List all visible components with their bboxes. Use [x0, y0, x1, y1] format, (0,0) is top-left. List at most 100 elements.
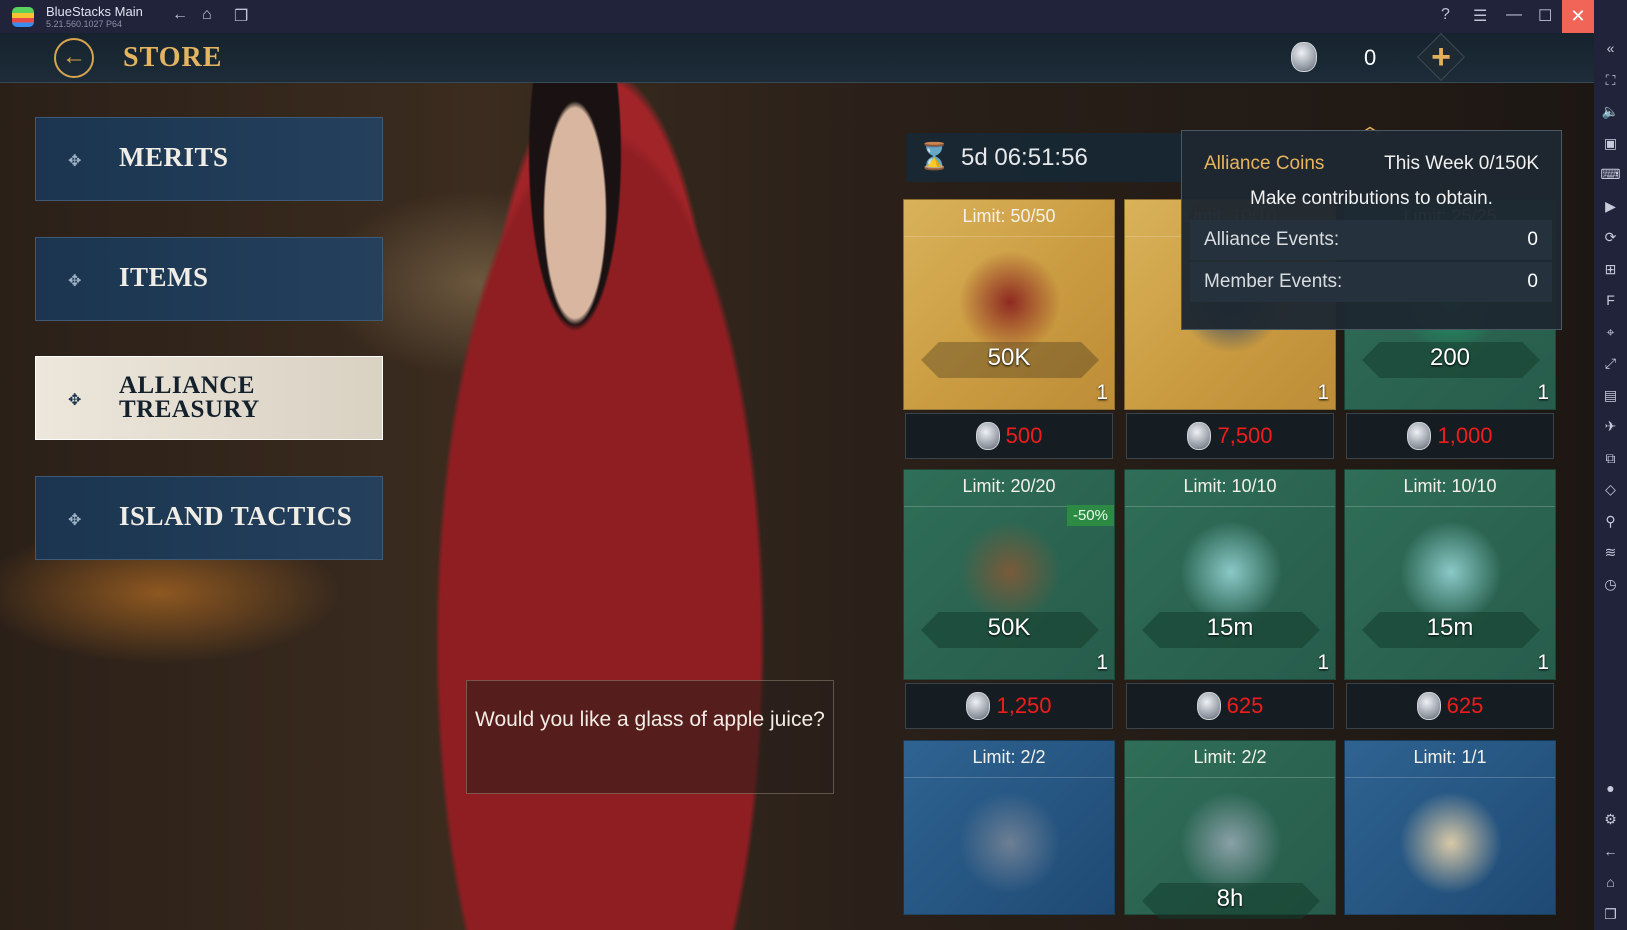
menu-items[interactable]: ✥ ITEMS: [35, 237, 383, 321]
price: 1,250: [996, 693, 1052, 718]
alliance-coin-icon: [1407, 422, 1432, 450]
close-button[interactable]: ✕: [1562, 0, 1594, 33]
price: 625: [1226, 693, 1264, 718]
store-item-card[interactable]: Limit: 50/50 50K 1: [903, 199, 1115, 410]
menu-label: MERITS: [119, 142, 229, 172]
diamond-icon: ✥: [68, 512, 82, 529]
menu-merits[interactable]: ✥ MERITS: [35, 117, 383, 201]
row-value: 0: [1527, 229, 1538, 250]
tooltip-title: Alliance Coins: [1204, 153, 1325, 174]
diamond-icon: ✥: [68, 273, 82, 290]
price: 625: [1446, 693, 1484, 718]
item-amount: 50K: [987, 344, 1031, 371]
app-title: BlueStacks Main: [46, 4, 143, 19]
buy-button[interactable]: 625: [1346, 683, 1554, 729]
rotate-icon[interactable]: ⟳: [1594, 222, 1627, 254]
item-quantity: 1: [1537, 651, 1549, 674]
store-item-card[interactable]: Limit: 10/10 15m 1: [1344, 469, 1556, 680]
resize-icon[interactable]: ⤢: [1594, 348, 1627, 380]
back-button[interactable]: ←: [54, 38, 94, 78]
gamepad-icon[interactable]: ⊞: [1594, 254, 1627, 286]
divider: [1345, 777, 1555, 778]
buy-button[interactable]: 7,500: [1126, 413, 1334, 459]
game-view: ← STORE 0 + ✥ MERITS ✥ ITEMS ✥ ALLIANCE TRE…: [0, 33, 1594, 930]
collapse-icon[interactable]: «: [1594, 33, 1627, 65]
buy-button[interactable]: 500: [905, 413, 1113, 459]
row-label: Alliance Events:: [1204, 229, 1340, 250]
purchase-limit: Limit: 20/20: [962, 476, 1056, 496]
multi-instance-icon[interactable]: ⧉: [1594, 443, 1627, 475]
menu-label: ISLAND TACTICS: [119, 501, 353, 531]
recent-apps-icon[interactable]: ❐: [1594, 899, 1627, 930]
minimize-icon[interactable]: —: [1506, 6, 1522, 24]
alliance-coin-icon: [1187, 422, 1212, 450]
purchase-limit: Limit: 10/10: [1403, 476, 1497, 496]
alliance-coin-icon: [1196, 692, 1221, 720]
item-amount: 15m: [1426, 614, 1474, 641]
location-icon[interactable]: ⚲: [1594, 506, 1627, 538]
add-currency-button[interactable]: +: [1416, 33, 1466, 82]
back-icon[interactable]: ←: [1594, 836, 1627, 868]
fps-icon[interactable]: F: [1594, 285, 1627, 317]
item-quantity: 1: [1317, 381, 1329, 404]
price: 500: [1005, 423, 1043, 448]
item-image: [1401, 522, 1501, 622]
menu-label: ALLIANCE TREASURY: [119, 372, 260, 423]
store-item-card[interactable]: Limit: 20/20 50K 1 -50%: [903, 469, 1115, 680]
divider: [1345, 506, 1555, 507]
item-image: [960, 793, 1060, 893]
media-icon[interactable]: ▶: [1594, 191, 1627, 223]
item-image: [960, 522, 1060, 622]
buy-button[interactable]: 1,250: [905, 683, 1113, 729]
layers-icon[interactable]: ≋: [1594, 537, 1627, 569]
back-icon[interactable]: ←: [172, 6, 188, 24]
help-icon[interactable]: ?: [1441, 6, 1450, 24]
item-quantity: 1: [1096, 381, 1108, 404]
menu-alliance-treasury[interactable]: ✥ ALLIANCE TREASURY: [35, 356, 383, 440]
keyboard-icon[interactable]: ⌨: [1594, 159, 1627, 191]
eco-mode-icon[interactable]: ◇: [1594, 474, 1627, 506]
airplane-icon[interactable]: ✈: [1594, 411, 1627, 443]
menu-label: ITEMS: [119, 262, 209, 292]
menu-island-tactics[interactable]: ✥ ISLAND TACTICS: [35, 476, 383, 560]
item-image: [1181, 522, 1281, 622]
buy-button[interactable]: 625: [1126, 683, 1334, 729]
screenshot-icon[interactable]: ⌖: [1594, 317, 1627, 349]
purchase-limit: Limit: 10/10: [1183, 476, 1277, 496]
performance-icon[interactable]: ◷: [1594, 569, 1627, 601]
refresh-timer: ⌛ 5d 06:51:56: [906, 133, 1183, 182]
store-header: ← STORE 0 +: [0, 33, 1594, 83]
item-image: [960, 252, 1060, 352]
weekly-progress: This Week 0/150K: [1384, 153, 1539, 174]
diamond-icon: ✥: [68, 153, 82, 170]
store-item-card[interactable]: Limit: 2/2: [903, 740, 1115, 915]
purchase-limit: Limit: 1/1: [1413, 747, 1487, 767]
item-image: [1401, 793, 1501, 893]
menu-icon[interactable]: ☰: [1473, 6, 1487, 26]
item-amount: 50K: [987, 614, 1031, 641]
avatar[interactable]: ●: [1594, 773, 1627, 805]
alliance-coins-tooltip: Alliance Coins This Week 0/150K Make con…: [1181, 130, 1562, 330]
row-value: 0: [1527, 271, 1538, 292]
screen-record-icon[interactable]: ▣: [1594, 128, 1627, 160]
fullscreen-icon[interactable]: ⛶: [1594, 65, 1627, 97]
home-icon[interactable]: ⌂: [202, 6, 212, 24]
settings-icon[interactable]: ⚙: [1594, 804, 1627, 836]
plus-icon: +: [1431, 38, 1451, 76]
character-portrait: [430, 83, 780, 930]
recent-apps-icon[interactable]: ❐: [234, 6, 248, 26]
maximize-icon[interactable]: ☐: [1538, 6, 1552, 26]
purchase-limit: Limit: 50/50: [962, 206, 1056, 226]
folder-icon[interactable]: ▤: [1594, 380, 1627, 412]
item-quantity: 1: [1096, 651, 1108, 674]
app-version: 5.21.560.1027 P64: [46, 19, 123, 29]
volume-icon[interactable]: 🔈: [1594, 96, 1627, 128]
price: 7,500: [1217, 423, 1273, 448]
store-item-card[interactable]: Limit: 2/2 8h: [1124, 740, 1336, 919]
buy-button[interactable]: 1,000: [1346, 413, 1554, 459]
home-icon[interactable]: ⌂: [1594, 867, 1627, 899]
divider: [1125, 777, 1335, 778]
character-dialog: Would you like a glass of apple juice?: [466, 680, 834, 794]
store-item-card[interactable]: Limit: 1/1: [1344, 740, 1556, 915]
store-item-card[interactable]: Limit: 10/10 15m 1: [1124, 469, 1336, 680]
